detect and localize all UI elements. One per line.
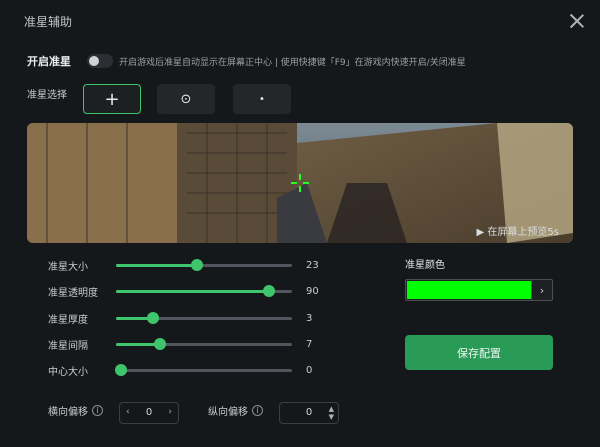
slider-crosshair-gap: 准星间隔 7 (48, 337, 312, 352)
vertical-offset-row: 纵向偏移 i (208, 403, 263, 418)
vertical-offset-stepper[interactable]: 0 ▲ ▼ (279, 402, 339, 424)
slider-thumb[interactable] (190, 258, 203, 271)
horizontal-offset-label: 横向偏移 (48, 407, 88, 418)
enable-crosshair-label: 开启准星 (27, 55, 71, 68)
chevron-right-icon[interactable]: › (168, 407, 172, 417)
crosshair-thickness-slider[interactable] (116, 311, 292, 324)
slider-label: 准星间隔 (48, 340, 88, 352)
preview-5s-button[interactable]: ▶ 在屏幕上预览5s (477, 223, 559, 238)
slider-value: 3 (306, 312, 313, 324)
slider-thumb[interactable] (263, 284, 276, 297)
slider-label: 准星大小 (48, 261, 88, 273)
window-title: 准星辅助 (24, 15, 73, 29)
slider-label: 中心大小 (48, 366, 88, 378)
toggle-knob (89, 56, 99, 66)
crosshair-assist-window: 准星辅助 开启准星 开启游戏后准星自动显示在屏幕正中心 | 使用快捷键「F9」在… (0, 0, 600, 447)
slider-crosshair-size: 准星大小 23 (48, 258, 319, 273)
save-config-button[interactable]: 保存配置 (405, 335, 553, 370)
crosshair-plus-icon: + (104, 88, 120, 110)
slider-thumb[interactable] (115, 363, 128, 376)
slider-crosshair-opacity: 准星透明度 90 (48, 284, 319, 299)
slider-label: 准星透明度 (48, 287, 98, 299)
crosshair-style-circle-button[interactable]: ⊙ (157, 84, 215, 114)
vertical-offset-label: 纵向偏移 (208, 407, 248, 418)
slider-center-size: 中心大小 0 (48, 363, 312, 378)
chevron-up-icon[interactable]: ▲ (329, 406, 334, 413)
crosshair-size-slider[interactable] (116, 258, 292, 271)
slider-value: 90 (306, 285, 319, 297)
info-icon[interactable]: i (252, 405, 263, 416)
slider-fill (116, 263, 197, 267)
horizontal-offset-stepper[interactable]: ‹ 0 › (119, 402, 179, 424)
slider-value: 0 (306, 364, 313, 376)
slider-value: 7 (306, 338, 313, 350)
crosshair-gap-slider[interactable] (116, 337, 292, 350)
horizontal-offset-row: 横向偏移 i (48, 403, 103, 418)
crosshair-dot-icon: • (259, 93, 265, 105)
chevron-right-icon[interactable]: › (531, 280, 552, 300)
slider-thumb[interactable] (146, 311, 159, 324)
crosshair-color-label: 准星颜色 (405, 260, 445, 271)
close-icon[interactable] (568, 12, 586, 30)
enable-crosshair-toggle[interactable] (87, 54, 113, 68)
enable-hint: 开启游戏后准星自动显示在屏幕正中心 | 使用快捷键「F9」在游戏内快速开启/关闭… (119, 57, 466, 68)
slider-fill (116, 289, 270, 293)
enable-crosshair-row: 开启准星 开启游戏后准星自动显示在屏幕正中心 | 使用快捷键「F9」在游戏内快速… (27, 53, 466, 69)
crosshair-preview: ▶ 在屏幕上预览5s (27, 123, 573, 243)
info-icon[interactable]: i (92, 405, 103, 416)
center-size-slider[interactable] (115, 363, 292, 376)
crosshair-style-dot-button[interactable]: • (233, 84, 291, 114)
chevron-down-icon[interactable]: ▼ (329, 414, 334, 421)
slider-value: 23 (306, 259, 319, 271)
crosshair-style-row: 准星选择 (27, 86, 67, 101)
crosshair-style-plus-button[interactable]: + (83, 84, 141, 114)
slider-label: 准星厚度 (48, 314, 88, 326)
slider-crosshair-thickness: 准星厚度 3 (48, 311, 312, 326)
slider-thumb[interactable] (154, 337, 166, 350)
crosshair-opacity-slider[interactable] (116, 284, 292, 297)
color-swatch (407, 281, 531, 299)
crosshair-style-label: 准星选择 (27, 90, 67, 101)
crosshair-circle-dot-icon: ⊙ (180, 91, 192, 107)
crosshair-color-picker[interactable]: › (405, 279, 553, 301)
